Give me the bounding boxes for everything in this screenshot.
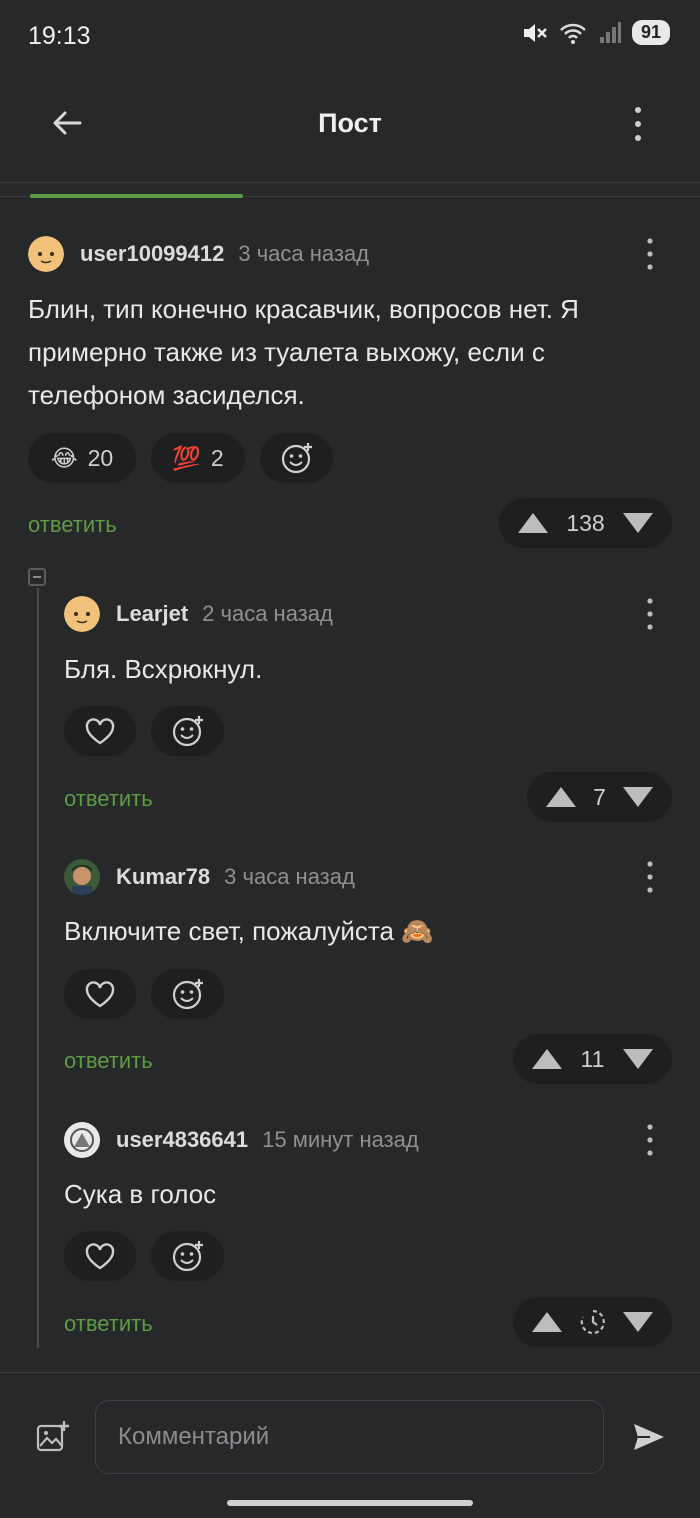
- comment-text: Блин, тип конечно красавчик, вопросов не…: [28, 294, 579, 410]
- status-bar: 19:13 91: [0, 0, 700, 74]
- reply-link[interactable]: ответить: [64, 1311, 153, 1337]
- vote-control: 138: [499, 498, 672, 548]
- reaction-emoji: 💯: [172, 444, 201, 471]
- add-image-icon[interactable]: [36, 1420, 70, 1454]
- like-button[interactable]: [64, 1231, 136, 1281]
- send-icon[interactable]: [632, 1421, 666, 1453]
- reaction-count: 2: [210, 444, 224, 471]
- upvote-icon[interactable]: [531, 1311, 563, 1333]
- tab-indicator: [30, 194, 243, 198]
- pending-clock-icon: [580, 1309, 605, 1335]
- comment-time: 3 часа назад: [224, 864, 355, 889]
- more-vert-icon[interactable]: [642, 859, 658, 895]
- add-reaction-icon: [281, 443, 312, 474]
- comment-score: 138: [566, 509, 605, 536]
- comment-text: Включите свет, пожалуйста 🙈: [64, 916, 434, 946]
- add-reaction-button[interactable]: [260, 433, 333, 483]
- app-bar: Пост: [0, 74, 700, 183]
- like-button[interactable]: [64, 706, 136, 756]
- comment-header: user10099412 3 часа назад: [28, 235, 369, 273]
- reply-link[interactable]: ответить: [64, 786, 153, 812]
- collapse-thread-button[interactable]: [28, 568, 46, 586]
- add-reaction-button[interactable]: [151, 706, 224, 756]
- like-button[interactable]: [64, 969, 136, 1019]
- comment-score: 7: [593, 783, 606, 810]
- more-vert-icon[interactable]: [642, 1122, 658, 1158]
- home-indicator: [227, 1500, 473, 1506]
- add-reaction-icon: [172, 716, 203, 747]
- comment-text: Бля. Всхрюкнул.: [64, 654, 263, 684]
- comment-header: Kumar78 3 часа назад: [64, 858, 355, 896]
- status-time: 19:13: [28, 22, 91, 50]
- add-reaction-button[interactable]: [151, 1231, 224, 1281]
- vote-control: 7: [527, 772, 672, 822]
- comment-username[interactable]: user4836641: [116, 1127, 248, 1153]
- downvote-icon[interactable]: [622, 786, 654, 808]
- comment-text: Сука в голос: [64, 1179, 217, 1209]
- more-vert-icon[interactable]: [642, 596, 658, 632]
- comment-time: 2 часа назад: [202, 601, 333, 626]
- heart-icon: [85, 1243, 115, 1270]
- comment-header: Learjet 2 часа назад: [64, 595, 333, 633]
- page-title: Пост: [318, 108, 382, 138]
- avatar[interactable]: [64, 1122, 100, 1158]
- avatar[interactable]: [64, 859, 100, 895]
- reply-link[interactable]: ответить: [28, 512, 117, 538]
- more-vert-icon[interactable]: [628, 104, 648, 144]
- thread-line: [37, 588, 39, 1348]
- mute-icon: [523, 23, 547, 42]
- status-icons: 91: [522, 20, 670, 45]
- comment-composer: Комментарий: [0, 1372, 700, 1518]
- more-vert-icon[interactable]: [642, 236, 658, 272]
- comment-username[interactable]: user10099412: [80, 241, 224, 267]
- comment-time: 15 минут назад: [262, 1127, 419, 1152]
- upvote-icon[interactable]: [531, 1048, 563, 1070]
- wifi-icon: [560, 23, 586, 44]
- reaction-count: 20: [87, 444, 114, 471]
- comment-input[interactable]: Комментарий: [95, 1400, 604, 1474]
- reaction-emoji: 😂: [50, 444, 78, 471]
- downvote-icon[interactable]: [622, 1311, 654, 1333]
- vote-control: 11: [513, 1034, 672, 1084]
- reaction-pill[interactable]: 💯 2: [151, 433, 245, 483]
- upvote-icon[interactable]: [545, 786, 577, 808]
- comment-score: 11: [580, 1045, 605, 1072]
- comment-username[interactable]: Kumar78: [116, 864, 210, 890]
- downvote-icon[interactable]: [622, 1048, 654, 1070]
- reaction-pill[interactable]: 😂 20: [28, 433, 136, 483]
- downvote-icon[interactable]: [622, 512, 654, 534]
- reply-link[interactable]: ответить: [64, 1048, 153, 1074]
- heart-icon: [85, 718, 115, 745]
- upvote-icon[interactable]: [517, 512, 549, 534]
- comment-input-placeholder: Комментарий: [118, 1423, 270, 1450]
- comment-time: 3 часа назад: [238, 241, 370, 266]
- comment-username[interactable]: Learjet: [116, 601, 188, 627]
- add-reaction-button[interactable]: [151, 969, 224, 1019]
- add-reaction-icon: [172, 1241, 203, 1272]
- comment-header: user4836641 15 минут назад: [64, 1121, 419, 1159]
- heart-icon: [85, 981, 115, 1008]
- avatar[interactable]: [64, 596, 100, 632]
- battery-indicator: 91: [631, 20, 670, 45]
- add-reaction-icon: [172, 979, 203, 1010]
- vote-control: [513, 1297, 672, 1347]
- signal-icon: [599, 21, 621, 43]
- avatar[interactable]: [28, 236, 64, 272]
